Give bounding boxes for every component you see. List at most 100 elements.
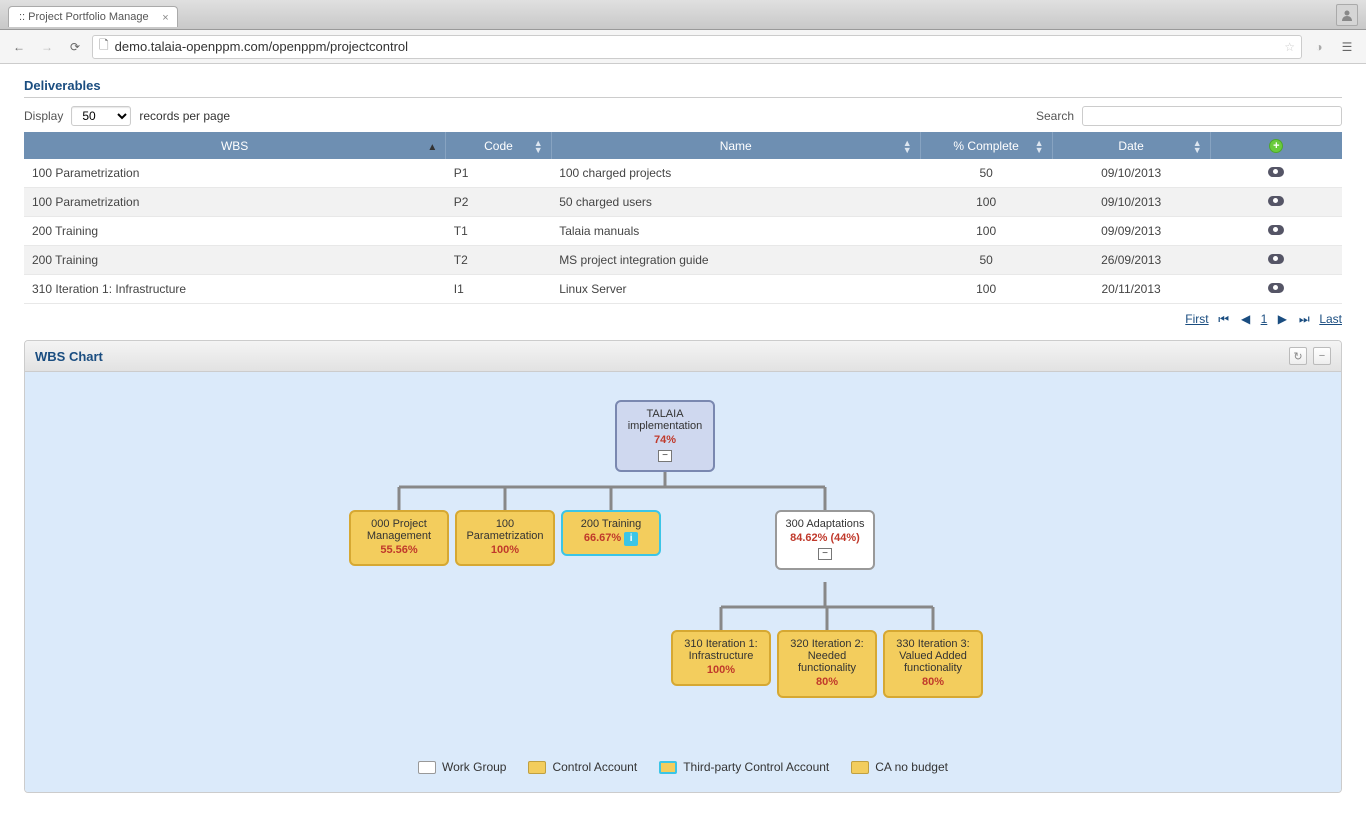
- search-input[interactable]: [1082, 106, 1342, 126]
- collapse-icon[interactable]: −: [1313, 347, 1331, 365]
- cell-pct: 50: [920, 159, 1052, 188]
- legend: Work Group Control Account Third-party C…: [25, 748, 1341, 786]
- sort-asc-icon: ▲: [427, 142, 437, 153]
- pager-prev-icon[interactable]: ◀: [1239, 312, 1253, 326]
- cell-date: 09/10/2013: [1052, 159, 1210, 188]
- pager-first[interactable]: First: [1185, 312, 1208, 326]
- node-pct: 80%: [783, 676, 871, 688]
- node-label: 330 Iteration 3: Valued Added functional…: [889, 638, 977, 674]
- legend-item-tp: Third-party Control Account: [659, 760, 829, 774]
- pager-next-icon[interactable]: ▶: [1275, 312, 1289, 326]
- reload-button[interactable]: ⟳: [64, 36, 86, 58]
- cell-code: T2: [446, 246, 551, 275]
- col-wbs[interactable]: WBS▲: [24, 132, 446, 159]
- col-code[interactable]: Code▲▼: [446, 132, 551, 159]
- col-date[interactable]: Date▲▼: [1052, 132, 1210, 159]
- cell-pct: 100: [920, 188, 1052, 217]
- sort-icon: ▲▼: [1035, 140, 1044, 154]
- wbs-node-300[interactable]: 300 Adaptations 84.62% (44%) −: [775, 510, 875, 570]
- view-icon[interactable]: [1268, 254, 1284, 264]
- cell-wbs: 200 Training: [24, 217, 446, 246]
- wbs-node-root[interactable]: TALAIA implementation 74% −: [615, 400, 715, 472]
- bookmark-icon[interactable]: ☆: [1284, 40, 1295, 54]
- sort-icon: ▲▼: [534, 140, 543, 154]
- node-pct: 84.62% (44%): [781, 532, 869, 544]
- deliverables-table: WBS▲ Code▲▼ Name▲▼ % Complete▲▼ Date▲▼ +…: [24, 132, 1342, 304]
- pager-last[interactable]: Last: [1319, 312, 1342, 326]
- browser-tab-bar: :: Project Portfolio Manage ×: [0, 0, 1366, 30]
- table-row: 100 ParametrizationP250 charged users100…: [24, 188, 1342, 217]
- cell-pct: 50: [920, 246, 1052, 275]
- node-pct: 74%: [621, 434, 709, 446]
- extension-icon[interactable]: ◑: [1308, 36, 1330, 58]
- forward-button: →: [36, 36, 58, 58]
- legend-item-nb: CA no budget: [851, 760, 948, 774]
- view-icon[interactable]: [1268, 167, 1284, 177]
- pager-page[interactable]: 1: [1261, 312, 1268, 326]
- node-pct: 66.67%i: [567, 532, 655, 546]
- cell-actions: [1210, 188, 1342, 217]
- pager-last-icon[interactable]: ⏭: [1297, 312, 1311, 326]
- cell-code: P1: [446, 159, 551, 188]
- search-label: Search: [1036, 109, 1074, 123]
- col-actions: +: [1210, 132, 1342, 159]
- view-icon[interactable]: [1268, 225, 1284, 235]
- table-row: 200 TrainingT1Talaia manuals10009/09/201…: [24, 217, 1342, 246]
- back-button[interactable]: ←: [8, 36, 30, 58]
- cell-code: P2: [446, 188, 551, 217]
- cell-name: 50 charged users: [551, 188, 920, 217]
- pager-first-icon[interactable]: ⏮: [1217, 312, 1231, 326]
- col-name[interactable]: Name▲▼: [551, 132, 920, 159]
- cell-wbs: 100 Parametrization: [24, 159, 446, 188]
- view-icon[interactable]: [1268, 196, 1284, 206]
- view-icon[interactable]: [1268, 283, 1284, 293]
- url-text: demo.talaia-openppm.com/openppm/projectc…: [115, 39, 408, 54]
- col-pct[interactable]: % Complete▲▼: [920, 132, 1052, 159]
- node-label: 300 Adaptations: [781, 518, 869, 530]
- wbs-node-320[interactable]: 320 Iteration 2: Needed functionality 80…: [777, 630, 877, 698]
- node-pct: 55.56%: [355, 544, 443, 556]
- wbs-node-330[interactable]: 330 Iteration 3: Valued Added functional…: [883, 630, 983, 698]
- cell-pct: 100: [920, 217, 1052, 246]
- table-row: 310 Iteration 1: InfrastructureI1Linux S…: [24, 275, 1342, 304]
- display-label: Display: [24, 109, 63, 123]
- profile-icon[interactable]: [1336, 4, 1358, 26]
- collapse-toggle[interactable]: −: [818, 548, 832, 560]
- sort-icon: ▲▼: [903, 140, 912, 154]
- cell-actions: [1210, 246, 1342, 275]
- node-pct: 100%: [677, 664, 765, 676]
- wbs-node-200[interactable]: 200 Training 66.67%i: [561, 510, 661, 556]
- node-label: TALAIA implementation: [621, 408, 709, 432]
- cell-name: MS project integration guide: [551, 246, 920, 275]
- display-select[interactable]: 50: [71, 106, 131, 126]
- cell-date: 26/09/2013: [1052, 246, 1210, 275]
- tab-close-icon[interactable]: ×: [162, 12, 168, 24]
- cell-name: Linux Server: [551, 275, 920, 304]
- sort-icon: ▲▼: [1193, 140, 1202, 154]
- add-icon[interactable]: +: [1269, 139, 1283, 153]
- refresh-icon[interactable]: ↻: [1289, 347, 1307, 365]
- wbs-node-100[interactable]: 100 Parametrization 100%: [455, 510, 555, 566]
- table-row: 100 ParametrizationP1100 charged project…: [24, 159, 1342, 188]
- legend-item-wg: Work Group: [418, 760, 506, 774]
- url-field[interactable]: 🗋 demo.talaia-openppm.com/openppm/projec…: [92, 35, 1302, 59]
- cell-date: 09/10/2013: [1052, 188, 1210, 217]
- per-page-label: records per page: [139, 109, 230, 123]
- address-bar: ← → ⟳ 🗋 demo.talaia-openppm.com/openppm/…: [0, 30, 1366, 64]
- node-label: 200 Training: [567, 518, 655, 530]
- cell-name: Talaia manuals: [551, 217, 920, 246]
- node-label: 100 Parametrization: [461, 518, 549, 542]
- cell-wbs: 200 Training: [24, 246, 446, 275]
- cell-date: 09/09/2013: [1052, 217, 1210, 246]
- tab-title: :: Project Portfolio Manage: [19, 11, 149, 23]
- wbs-node-000[interactable]: 000 Project Management 55.56%: [349, 510, 449, 566]
- browser-tab[interactable]: :: Project Portfolio Manage ×: [8, 6, 178, 27]
- info-icon[interactable]: i: [624, 532, 638, 546]
- collapse-toggle[interactable]: −: [658, 450, 672, 462]
- node-label: 320 Iteration 2: Needed functionality: [783, 638, 871, 674]
- cell-name: 100 charged projects: [551, 159, 920, 188]
- menu-icon[interactable]: ☰: [1336, 36, 1358, 58]
- table-row: 200 TrainingT2MS project integration gui…: [24, 246, 1342, 275]
- wbs-node-310[interactable]: 310 Iteration 1: Infrastructure 100%: [671, 630, 771, 686]
- cell-actions: [1210, 159, 1342, 188]
